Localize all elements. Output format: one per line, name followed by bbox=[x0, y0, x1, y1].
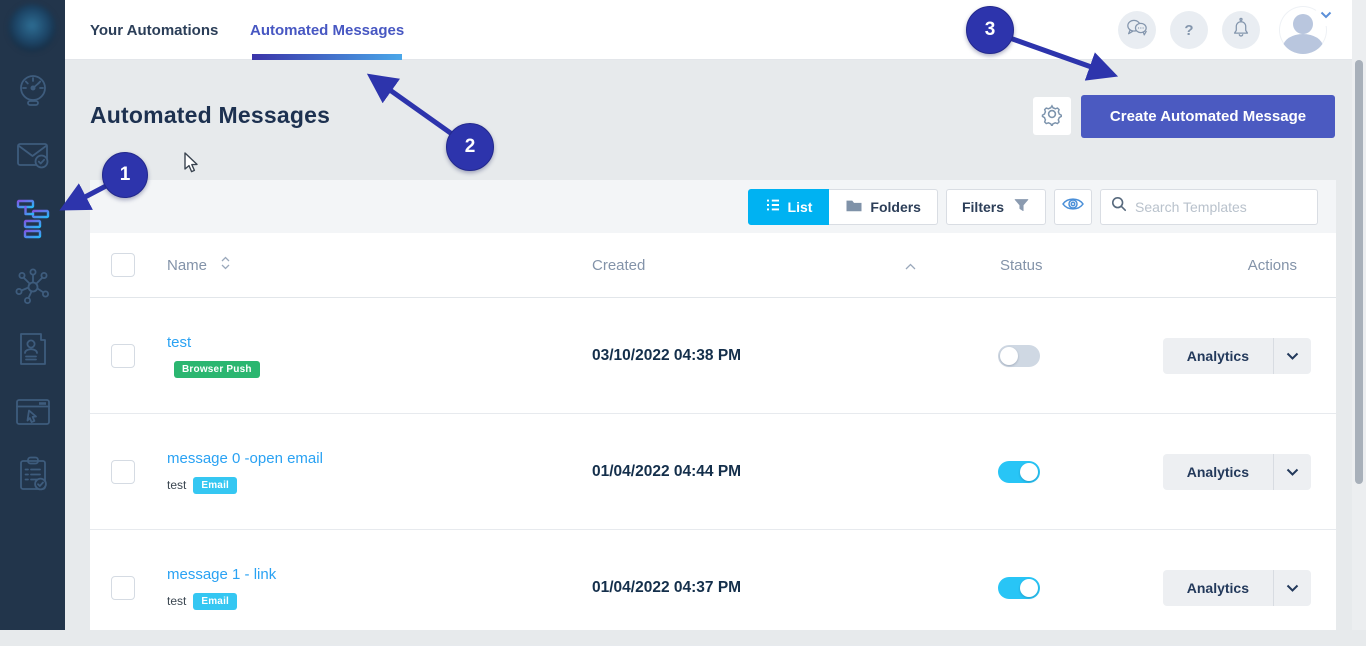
mouse-cursor bbox=[183, 152, 199, 179]
chevron-down-icon[interactable] bbox=[1273, 570, 1311, 606]
sidebar-item-dashboard[interactable] bbox=[0, 68, 65, 116]
message-name-link[interactable]: message 0 -open email bbox=[167, 450, 323, 467]
sidebar-item-forms[interactable] bbox=[0, 452, 65, 500]
created-cell: 03/10/2022 04:38 PM bbox=[592, 347, 950, 365]
channel-badge: Browser Push bbox=[174, 361, 260, 378]
browser-cursor-icon bbox=[14, 394, 52, 435]
scrollbar-thumb[interactable] bbox=[1355, 60, 1363, 484]
tab-automated-messages[interactable]: Automated Messages bbox=[250, 0, 404, 60]
channel-badge: Email bbox=[193, 477, 237, 494]
tab-label: Your Automations bbox=[90, 22, 218, 39]
eye-icon bbox=[1061, 195, 1085, 218]
table-toolbar: List Folders Filters bbox=[90, 180, 1336, 233]
analytics-button[interactable]: Analytics bbox=[1163, 570, 1311, 606]
row-checkbox[interactable] bbox=[111, 576, 135, 600]
sidebar-item-campaigns[interactable] bbox=[0, 133, 65, 181]
contact-card-icon bbox=[15, 329, 51, 374]
filters-label: Filters bbox=[962, 199, 1004, 215]
funnel-icon bbox=[1013, 197, 1030, 217]
column-header-actions: Actions bbox=[1248, 257, 1336, 274]
view-switcher: List Folders bbox=[748, 189, 938, 225]
create-automated-message-button[interactable]: Create Automated Message bbox=[1081, 95, 1335, 138]
active-tab-underline bbox=[252, 54, 402, 60]
table-header: Name Created Status Actions bbox=[90, 233, 1336, 298]
sidebar-item-automations[interactable] bbox=[0, 196, 65, 244]
sort-both-icon bbox=[221, 256, 230, 274]
clipboard-check-icon bbox=[14, 453, 52, 500]
bell-icon bbox=[1230, 16, 1252, 44]
search-icon bbox=[1111, 196, 1127, 217]
sort-asc-icon bbox=[905, 257, 916, 274]
name-cell: test Browser Push bbox=[167, 334, 592, 378]
chevron-down-icon[interactable] bbox=[1273, 454, 1311, 490]
tab-your-automations[interactable]: Your Automations bbox=[90, 0, 218, 60]
list-icon bbox=[765, 197, 781, 216]
chevron-down-icon[interactable] bbox=[1273, 338, 1311, 374]
settings-button[interactable] bbox=[1033, 97, 1071, 135]
folders-label: Folders bbox=[870, 199, 921, 215]
search-box bbox=[1100, 189, 1318, 225]
chat-button[interactable] bbox=[1118, 11, 1156, 49]
name-cell: message 1 - link test Email bbox=[167, 566, 592, 610]
message-name-link[interactable]: test bbox=[167, 334, 191, 351]
list-label: List bbox=[788, 199, 813, 215]
sidebar-item-contacts[interactable] bbox=[0, 327, 65, 375]
select-all-checkbox[interactable] bbox=[111, 253, 135, 277]
page-title: Automated Messages bbox=[90, 102, 330, 129]
list-view-button[interactable]: List bbox=[748, 189, 830, 225]
actions-cell: Analytics bbox=[1163, 454, 1336, 490]
filters-button[interactable]: Filters bbox=[946, 189, 1046, 225]
status-cell bbox=[950, 461, 1125, 483]
created-cell: 01/04/2022 04:44 PM bbox=[592, 463, 950, 481]
message-name-link[interactable]: message 1 - link bbox=[167, 566, 276, 583]
status-cell bbox=[950, 345, 1125, 367]
folders-view-button[interactable]: Folders bbox=[829, 189, 938, 225]
analytics-button[interactable]: Analytics bbox=[1163, 454, 1311, 490]
content-panel: List Folders Filters bbox=[90, 180, 1336, 630]
app-logo[interactable] bbox=[8, 4, 56, 52]
search-templates-input[interactable] bbox=[1135, 199, 1307, 215]
name-cell: message 0 -open email test Email bbox=[167, 450, 592, 494]
network-icon bbox=[14, 266, 52, 311]
notifications-button[interactable] bbox=[1222, 11, 1260, 49]
sidebar bbox=[0, 0, 65, 630]
table-row: message 0 -open email test Email 01/04/2… bbox=[90, 414, 1336, 530]
created-cell: 01/04/2022 04:37 PM bbox=[592, 579, 950, 597]
preview-button[interactable] bbox=[1054, 189, 1092, 225]
folder-icon bbox=[845, 198, 863, 216]
table-row: message 1 - link test Email 01/04/2022 0… bbox=[90, 530, 1336, 646]
sidebar-item-social[interactable] bbox=[0, 264, 65, 312]
table-row: test Browser Push 03/10/2022 04:38 PM An… bbox=[90, 298, 1336, 414]
chat-icon bbox=[1124, 16, 1150, 44]
status-toggle[interactable] bbox=[998, 461, 1040, 483]
gauge-icon bbox=[15, 72, 51, 113]
annotation-step-2: 2 bbox=[446, 123, 494, 171]
sidebar-item-landing-pages[interactable] bbox=[0, 390, 65, 438]
question-mark-icon: ? bbox=[1184, 22, 1193, 39]
chevron-down-icon[interactable] bbox=[1315, 4, 1337, 26]
help-button[interactable]: ? bbox=[1170, 11, 1208, 49]
topbar: Your Automations Automated Messages ? bbox=[65, 0, 1366, 60]
row-checkbox[interactable] bbox=[111, 460, 135, 484]
column-header-status: Status bbox=[950, 257, 1125, 274]
column-header-created[interactable]: Created bbox=[592, 257, 950, 274]
user-menu[interactable] bbox=[1279, 6, 1327, 54]
email-check-icon bbox=[14, 137, 52, 178]
channel-badge: Email bbox=[193, 593, 237, 610]
actions-cell: Analytics bbox=[1163, 338, 1336, 374]
scrollbar-track bbox=[1352, 0, 1366, 630]
actions-cell: Analytics bbox=[1163, 570, 1336, 606]
automation-flow-icon bbox=[16, 197, 50, 244]
status-toggle[interactable] bbox=[998, 577, 1040, 599]
status-toggle[interactable] bbox=[998, 345, 1040, 367]
analytics-button[interactable]: Analytics bbox=[1163, 338, 1311, 374]
status-cell bbox=[950, 577, 1125, 599]
gear-icon bbox=[1040, 102, 1064, 131]
tab-label: Automated Messages bbox=[250, 22, 404, 39]
row-checkbox[interactable] bbox=[111, 344, 135, 368]
column-header-name[interactable]: Name bbox=[167, 256, 592, 274]
